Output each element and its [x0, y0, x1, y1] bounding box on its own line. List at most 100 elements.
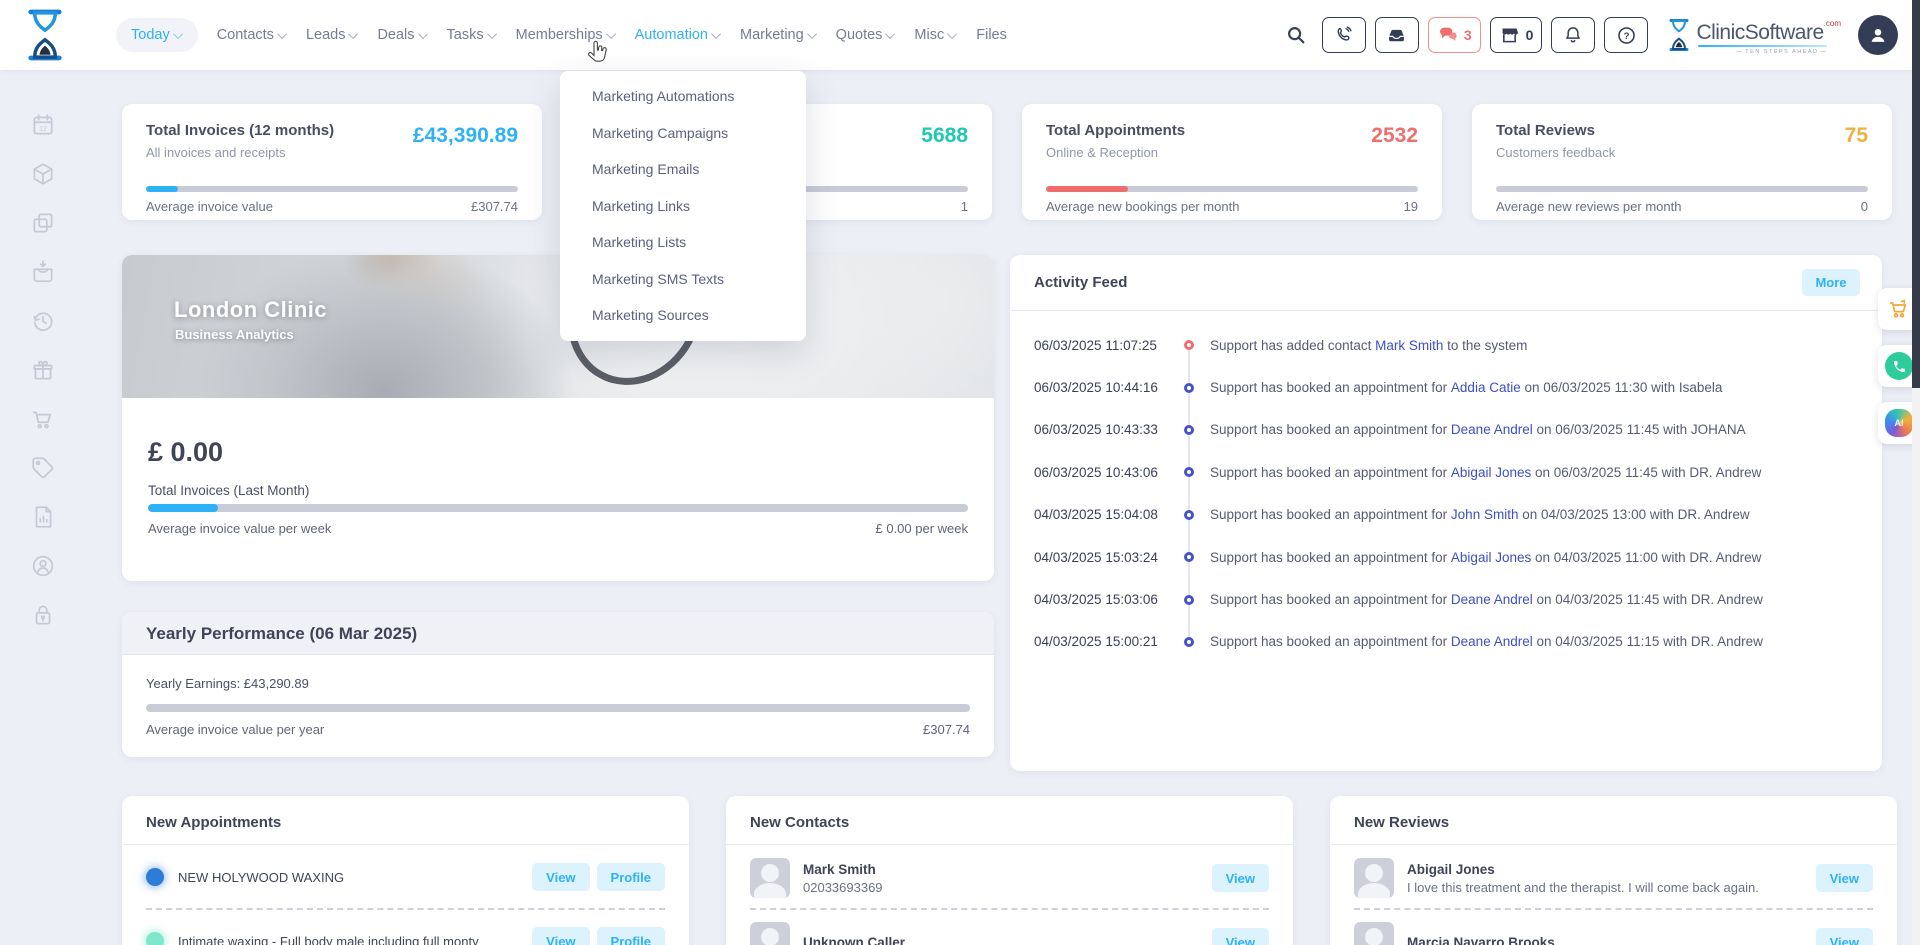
avatar [1354, 922, 1394, 945]
stat-title: Total Appointments [1046, 122, 1185, 139]
contact-link[interactable]: Deane Andrel [1451, 422, 1533, 437]
menu-item-marketing-emails[interactable]: Marketing Emails [560, 151, 806, 188]
svg-text:?: ? [1624, 31, 1630, 42]
activity-item: 04/03/2025 15:03:06 Support has booked a… [1034, 578, 1866, 620]
nav-item-automation[interactable]: Automation [635, 27, 721, 43]
brand-logo[interactable]: ClinicSoftware.com TEN STEPS AHEAD [1667, 18, 1841, 52]
store-button[interactable]: 0 [1490, 17, 1543, 53]
main-nav: Today Contacts Leads Deals Tasks Members… [116, 0, 1007, 70]
gift-icon[interactable] [30, 357, 56, 383]
stat-footer-value: 1 [961, 199, 968, 214]
calendar-icon[interactable]: 12 [30, 112, 56, 138]
contact-link[interactable]: John Smith [1451, 507, 1519, 522]
timeline-dot-icon [1184, 383, 1194, 393]
profile-button[interactable]: Profile [597, 927, 665, 945]
user-avatar[interactable] [1858, 15, 1898, 55]
review-row: Marcia Navarro Brooks View [1354, 916, 1873, 945]
store-icon [1499, 25, 1520, 46]
copy-icon[interactable] [30, 210, 56, 236]
stat-subtitle: All invoices and receipts [146, 145, 285, 160]
profile-button[interactable]: Profile [597, 863, 665, 891]
nav-item-contacts[interactable]: Contacts [217, 27, 287, 43]
divider [1010, 310, 1882, 311]
contact-link[interactable]: Deane Andrel [1451, 634, 1533, 649]
divider [1330, 844, 1897, 845]
stat-subtitle: Online & Reception [1046, 145, 1158, 160]
contact-link[interactable]: Abigail Jones [1451, 550, 1531, 565]
view-button[interactable]: View [532, 927, 589, 945]
brand-name: ClinicSoftware [1696, 21, 1823, 44]
account-icon[interactable] [30, 553, 56, 579]
app-logo-hourglass-icon[interactable] [26, 7, 64, 68]
nav-item-today[interactable]: Today [116, 18, 198, 52]
help-icon: ? [1616, 25, 1637, 46]
activity-item: 04/03/2025 15:00:21 Support has booked a… [1034, 621, 1866, 663]
progress-bar [1496, 186, 1868, 192]
view-button[interactable]: View [1212, 864, 1269, 892]
activity-feed-card: Activity Feed More 06/03/2025 11:07:25 S… [1010, 255, 1882, 771]
contact-link[interactable]: Mark Smith [1375, 338, 1443, 353]
timeline-dot-icon [1184, 510, 1194, 520]
lock-icon[interactable] [30, 602, 56, 628]
help-button[interactable]: ? [1604, 17, 1648, 53]
menu-item-marketing-lists[interactable]: Marketing Lists [560, 224, 806, 261]
user-avatar-icon [1867, 24, 1889, 46]
tag-icon[interactable] [30, 455, 56, 481]
view-button[interactable]: View [1816, 928, 1873, 945]
inbox-button[interactable] [1375, 17, 1419, 53]
yearly-performance-card: Yearly Performance (06 Mar 2025) Yearly … [122, 612, 994, 757]
store-badge: 0 [1526, 27, 1534, 43]
timeline-dot-icon [1184, 552, 1194, 562]
chat-notifications-button[interactable]: 3 [1428, 17, 1481, 53]
history-icon[interactable] [30, 308, 56, 334]
contact-link[interactable]: Deane Andrel [1451, 592, 1533, 607]
avatar [1354, 858, 1394, 898]
bag-download-icon[interactable] [30, 259, 56, 285]
progress-bar [146, 186, 518, 192]
cart-icon [1887, 297, 1911, 321]
view-button[interactable]: View [1816, 864, 1873, 892]
menu-item-marketing-sms-texts[interactable]: Marketing SMS Texts [560, 261, 806, 298]
nav-item-misc[interactable]: Misc [914, 27, 957, 43]
brand-tld: .com [1824, 19, 1841, 28]
cart-icon[interactable] [30, 406, 56, 432]
search-icon[interactable] [1285, 24, 1307, 46]
phone-call-icon [1334, 25, 1354, 45]
chat-badge: 3 [1464, 27, 1472, 43]
nav-item-memberships[interactable]: Memberships [516, 27, 616, 43]
yearly-performance-header: Yearly Performance (06 Mar 2025) [122, 612, 994, 655]
phone-call-button[interactable] [1322, 17, 1366, 53]
clinic-subtitle: Business Analytics [175, 327, 294, 342]
timeline-dot-icon [1184, 637, 1194, 647]
nav-item-deals[interactable]: Deals [377, 27, 427, 43]
nav-item-marketing[interactable]: Marketing [740, 27, 817, 43]
menu-item-marketing-campaigns[interactable]: Marketing Campaigns [560, 115, 806, 152]
menu-item-marketing-links[interactable]: Marketing Links [560, 188, 806, 225]
nav-item-leads[interactable]: Leads [306, 27, 359, 43]
report-icon[interactable] [30, 504, 56, 530]
nav-item-tasks[interactable]: Tasks [447, 27, 497, 43]
contact-row: Unknown Caller View [750, 916, 1269, 945]
panel-title: New Appointments [146, 814, 281, 831]
stat-title: Total Invoices (12 months) [146, 122, 334, 139]
menu-item-marketing-sources[interactable]: Marketing Sources [560, 297, 806, 334]
view-button[interactable]: View [1212, 928, 1269, 945]
contact-link[interactable]: Addia Catie [1451, 380, 1521, 395]
ai-assistant-icon: AI [1885, 409, 1913, 437]
stat-footer-label: Average invoice value [146, 199, 273, 214]
activity-item: 06/03/2025 10:43:06 Support has booked a… [1034, 451, 1866, 493]
notifications-button[interactable] [1551, 17, 1595, 53]
scrollbar-thumb[interactable] [1912, 0, 1920, 388]
last-month-label: Total Invoices (Last Month) [148, 483, 309, 498]
more-button[interactable]: More [1802, 269, 1860, 296]
view-button[interactable]: View [532, 863, 589, 891]
package-icon[interactable] [30, 161, 56, 187]
stat-footer-value: 0 [1861, 199, 1868, 214]
chevron-down-icon [487, 29, 497, 39]
chevron-down-icon [418, 29, 428, 39]
appointment-row: Intimate waxing - Full body male includi… [146, 918, 665, 945]
contact-link[interactable]: Abigail Jones [1451, 465, 1531, 480]
nav-item-files[interactable]: Files [976, 27, 1007, 43]
menu-item-marketing-automations[interactable]: Marketing Automations [560, 78, 806, 115]
nav-item-quotes[interactable]: Quotes [836, 27, 896, 43]
